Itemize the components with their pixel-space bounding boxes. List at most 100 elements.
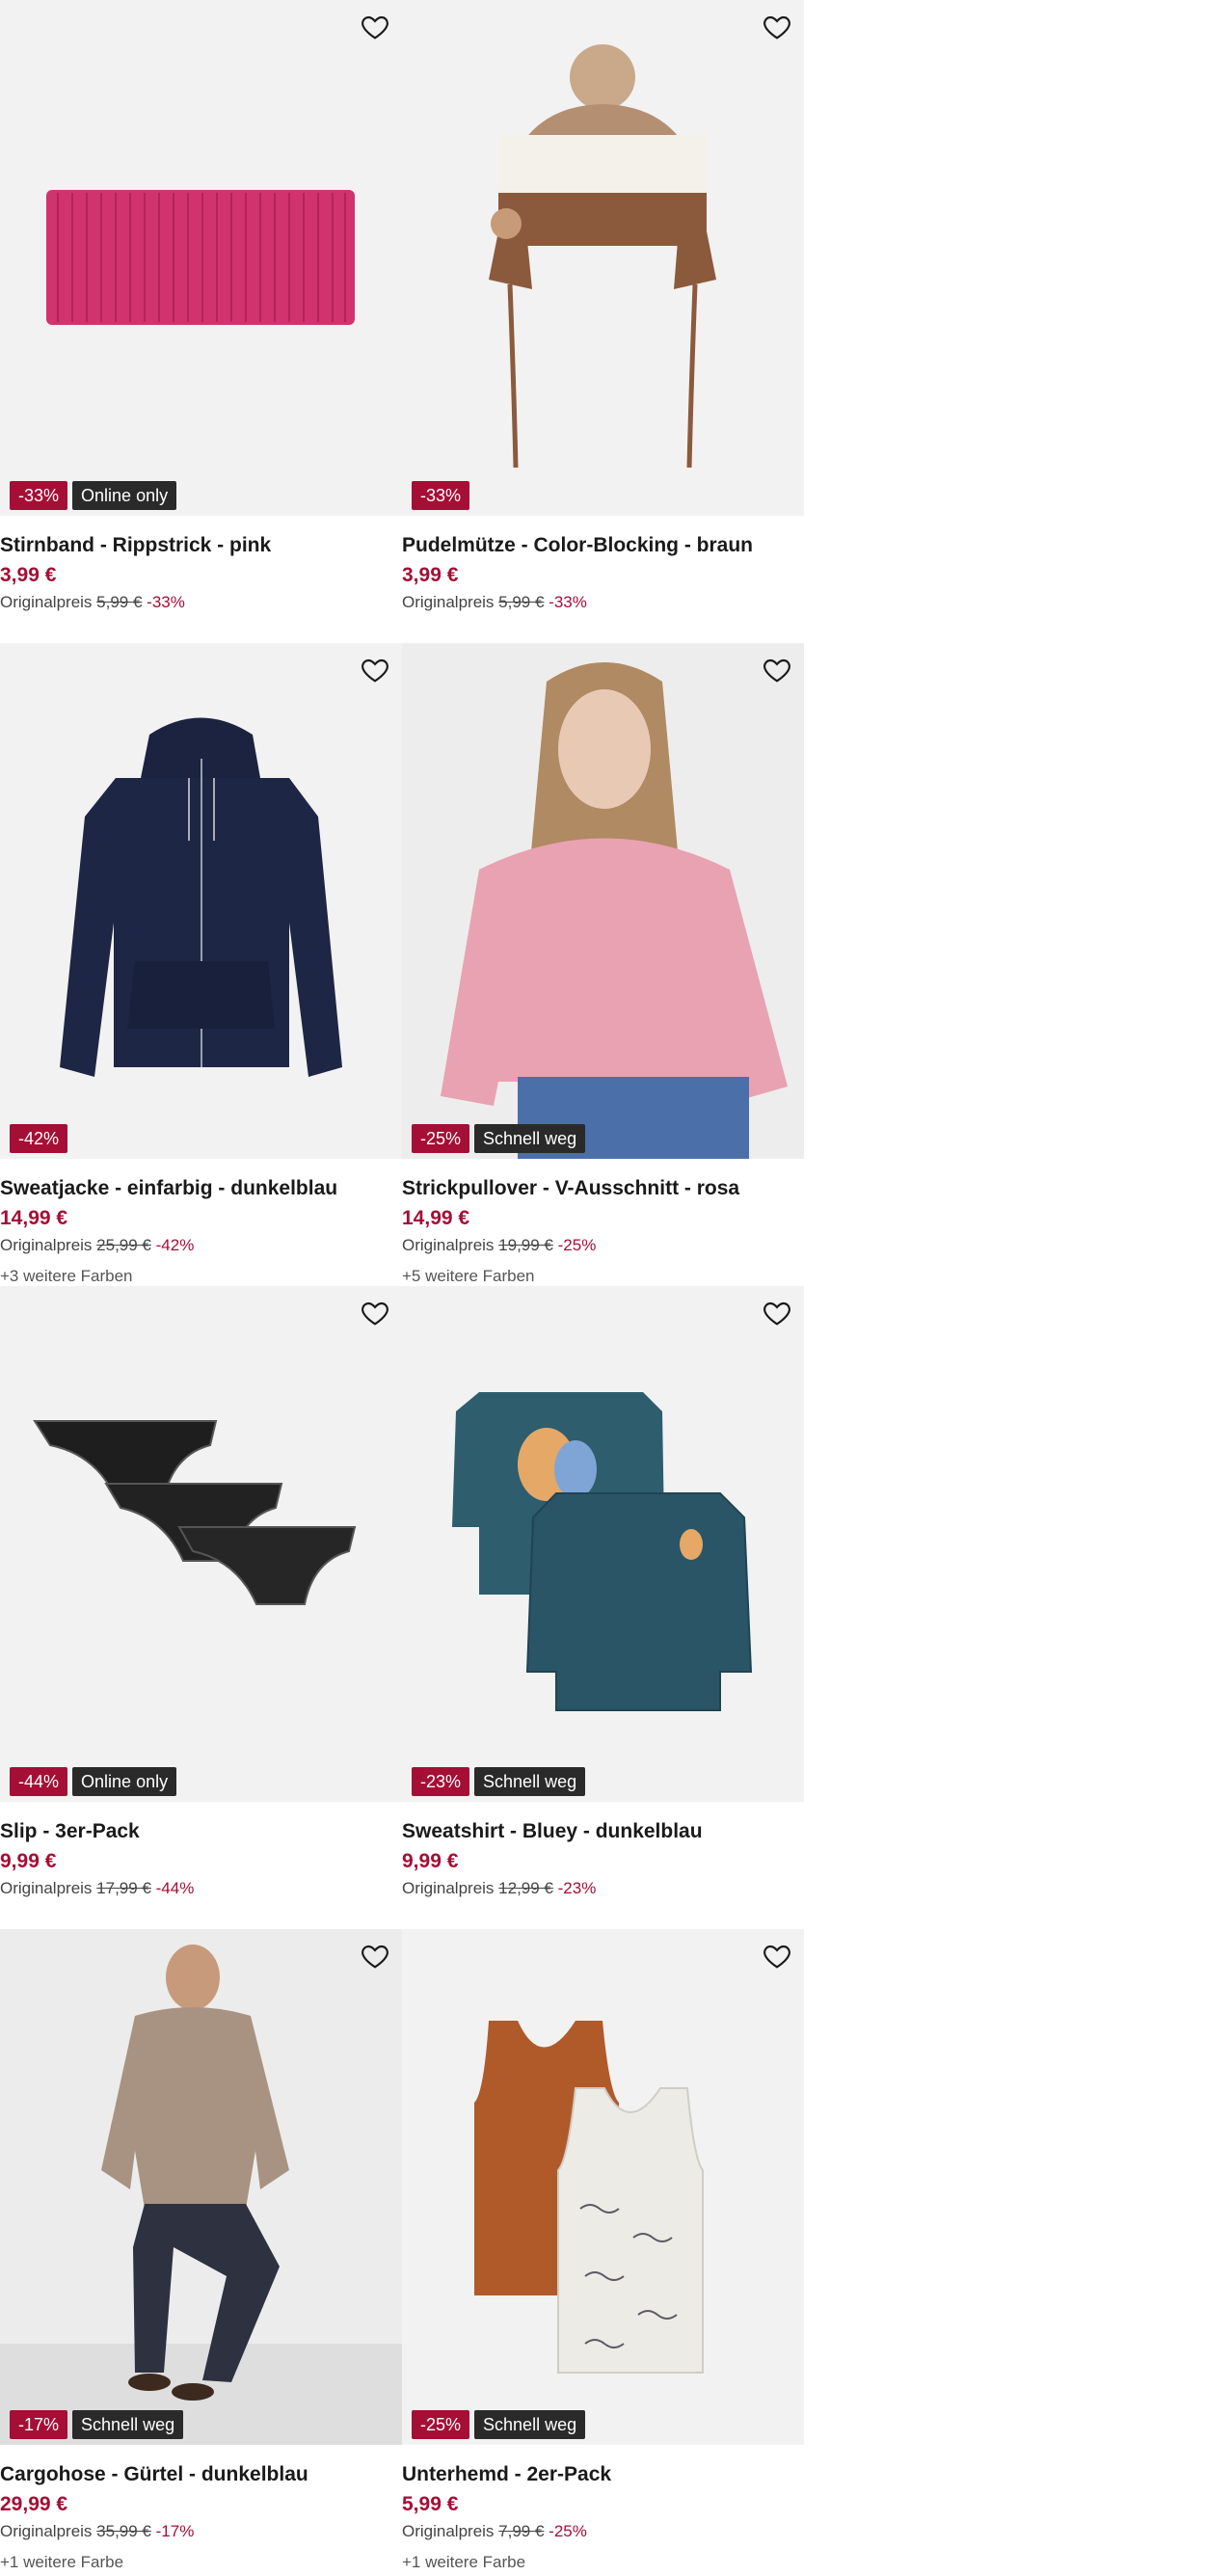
- favorite-button[interactable]: [760, 10, 794, 44]
- product-image[interactable]: -23% Schnell weg: [402, 1286, 804, 1802]
- pink-sweater-model-image: [402, 643, 804, 1159]
- product-info: Sweatjacke - einfarbig - dunkelblau 14,9…: [0, 1174, 402, 1290]
- discount-badge: -17%: [10, 2410, 68, 2439]
- favorite-button[interactable]: [358, 653, 392, 687]
- original-price-line: Originalpreis 17,99 € -44%: [0, 1877, 402, 1900]
- discount-badge: -42%: [10, 1124, 68, 1153]
- product-card[interactable]: -23% Schnell weg Sweatshirt - Bluey - du…: [402, 1286, 804, 1929]
- product-price: 29,99 €: [0, 2493, 68, 2515]
- product-image[interactable]: -25% Schnell weg: [402, 1929, 804, 2445]
- heart-outline-icon: [763, 15, 790, 40]
- badge-row: -25% Schnell weg: [412, 1124, 586, 1153]
- product-info: Sweatshirt - Bluey - dunkelblau 9,99 € O…: [402, 1817, 804, 1900]
- product-image[interactable]: -44% Online only: [0, 1286, 402, 1802]
- heart-outline-icon: [763, 1301, 790, 1326]
- bluey-sweatshirt-image: [452, 1392, 753, 1711]
- original-price-line: Originalpreis 5,99 € -33%: [402, 591, 804, 614]
- product-card[interactable]: -25% Schnell weg Unterhemd - 2er-Pack 5,…: [402, 1929, 804, 2572]
- original-price-line: Originalpreis 25,99 € -42%: [0, 1234, 402, 1257]
- discount-badge: -25%: [412, 1124, 470, 1153]
- discount-badge: -23%: [412, 1767, 470, 1796]
- product-title[interactable]: Sweatshirt - Bluey - dunkelblau: [402, 1817, 804, 1846]
- original-price-line: Originalpreis 5,99 € -33%: [0, 591, 402, 614]
- favorite-button[interactable]: [358, 10, 392, 44]
- heart-outline-icon: [763, 1945, 790, 1969]
- more-colors-link[interactable]: +1 weitere Farbe: [402, 2549, 804, 2576]
- heart-outline-icon: [362, 1945, 388, 1969]
- original-price: 5,99 €: [498, 593, 545, 611]
- product-info: Unterhemd - 2er-Pack 5,99 € Originalprei…: [402, 2460, 804, 2576]
- original-price-label: Originalpreis: [0, 1236, 93, 1254]
- original-price: 25,99 €: [96, 1236, 151, 1254]
- original-price: 5,99 €: [96, 593, 143, 611]
- product-card[interactable]: -17% Schnell weg Cargohose - Gürtel - du…: [0, 1929, 402, 2572]
- discount-percent: -33%: [549, 593, 587, 611]
- heart-outline-icon: [763, 658, 790, 683]
- original-price-label: Originalpreis: [402, 1236, 495, 1254]
- badge-row: -33% Online only: [10, 481, 177, 510]
- heart-outline-icon: [362, 1301, 388, 1326]
- original-price: 7,99 €: [498, 2522, 545, 2540]
- favorite-button[interactable]: [358, 1939, 392, 1973]
- discount-badge: -44%: [10, 1767, 68, 1796]
- product-card[interactable]: -42% Sweatjacke - einfarbig - dunkelblau…: [0, 643, 402, 1286]
- badge-row: -17% Schnell weg: [10, 2410, 184, 2439]
- zip-hoodie-image: [60, 717, 342, 1077]
- product-price: 14,99 €: [402, 1207, 470, 1229]
- discount-badge: -33%: [412, 481, 470, 510]
- bobble-hat-image: [489, 44, 716, 469]
- selling-fast-badge: Schnell weg: [474, 1124, 586, 1153]
- product-card[interactable]: -44% Online only Slip - 3er-Pack 9,99 € …: [0, 1286, 402, 1929]
- favorite-button[interactable]: [760, 1296, 794, 1330]
- product-image[interactable]: -25% Schnell weg: [402, 643, 804, 1159]
- product-card[interactable]: -33% Pudelmütze - Color-Blocking - braun…: [402, 0, 804, 643]
- discount-percent: -33%: [147, 593, 185, 611]
- product-title[interactable]: Pudelmütze - Color-Blocking - braun: [402, 531, 804, 560]
- original-price: 12,99 €: [498, 1879, 553, 1897]
- product-title[interactable]: Unterhemd - 2er-Pack: [402, 2460, 804, 2489]
- badge-row: -33%: [412, 481, 470, 510]
- original-price-label: Originalpreis: [0, 2522, 93, 2540]
- original-price-label: Originalpreis: [0, 593, 93, 611]
- original-price-label: Originalpreis: [0, 1879, 93, 1897]
- selling-fast-badge: Schnell weg: [474, 2410, 586, 2439]
- product-price: 3,99 €: [402, 564, 459, 586]
- product-image[interactable]: -42%: [0, 643, 402, 1159]
- product-title[interactable]: Slip - 3er-Pack: [0, 1817, 402, 1846]
- product-card[interactable]: -33% Online only Stirnband - Rippstrick …: [0, 0, 402, 643]
- original-price-line: Originalpreis 35,99 € -17%: [0, 2520, 402, 2543]
- favorite-button[interactable]: [760, 653, 794, 687]
- product-info: Cargohose - Gürtel - dunkelblau 29,99 € …: [0, 2460, 402, 2576]
- product-price: 5,99 €: [402, 2493, 459, 2515]
- product-grid: -33% Online only Stirnband - Rippstrick …: [0, 0, 804, 2572]
- product-info: Stirnband - Rippstrick - pink 3,99 € Ori…: [0, 531, 402, 614]
- favorite-button[interactable]: [760, 1939, 794, 1973]
- favorite-button[interactable]: [358, 1296, 392, 1330]
- heart-outline-icon: [362, 15, 388, 40]
- product-title[interactable]: Strickpullover - V-Ausschnitt - rosa: [402, 1174, 804, 1203]
- product-card[interactable]: -25% Schnell weg Strickpullover - V-Auss…: [402, 643, 804, 1286]
- original-price-line: Originalpreis 19,99 € -25%: [402, 1234, 804, 1257]
- product-title[interactable]: Stirnband - Rippstrick - pink: [0, 531, 402, 560]
- more-colors-link[interactable]: +1 weitere Farbe: [0, 2549, 402, 2576]
- badge-row: -44% Online only: [10, 1767, 177, 1796]
- original-price-label: Originalpreis: [402, 1879, 495, 1897]
- product-image[interactable]: -33%: [402, 0, 804, 516]
- original-price-line: Originalpreis 7,99 € -25%: [402, 2520, 804, 2543]
- online-only-badge: Online only: [72, 481, 177, 510]
- original-price: 35,99 €: [96, 2522, 151, 2540]
- product-image[interactable]: -33% Online only: [0, 0, 402, 516]
- original-price-label: Originalpreis: [402, 593, 495, 611]
- product-image[interactable]: -17% Schnell weg: [0, 1929, 402, 2445]
- product-title[interactable]: Sweatjacke - einfarbig - dunkelblau: [0, 1174, 402, 1203]
- product-title[interactable]: Cargohose - Gürtel - dunkelblau: [0, 2460, 402, 2489]
- headband-image: [46, 190, 355, 325]
- product-info: Strickpullover - V-Ausschnitt - rosa 14,…: [402, 1174, 804, 1290]
- discount-percent: -44%: [155, 1879, 195, 1897]
- selling-fast-badge: Schnell weg: [72, 2410, 184, 2439]
- discount-percent: -25%: [557, 1236, 597, 1254]
- online-only-badge: Online only: [72, 1767, 177, 1796]
- original-price: 19,99 €: [498, 1236, 553, 1254]
- discount-badge: -25%: [412, 2410, 470, 2439]
- discount-percent: -17%: [155, 2522, 195, 2540]
